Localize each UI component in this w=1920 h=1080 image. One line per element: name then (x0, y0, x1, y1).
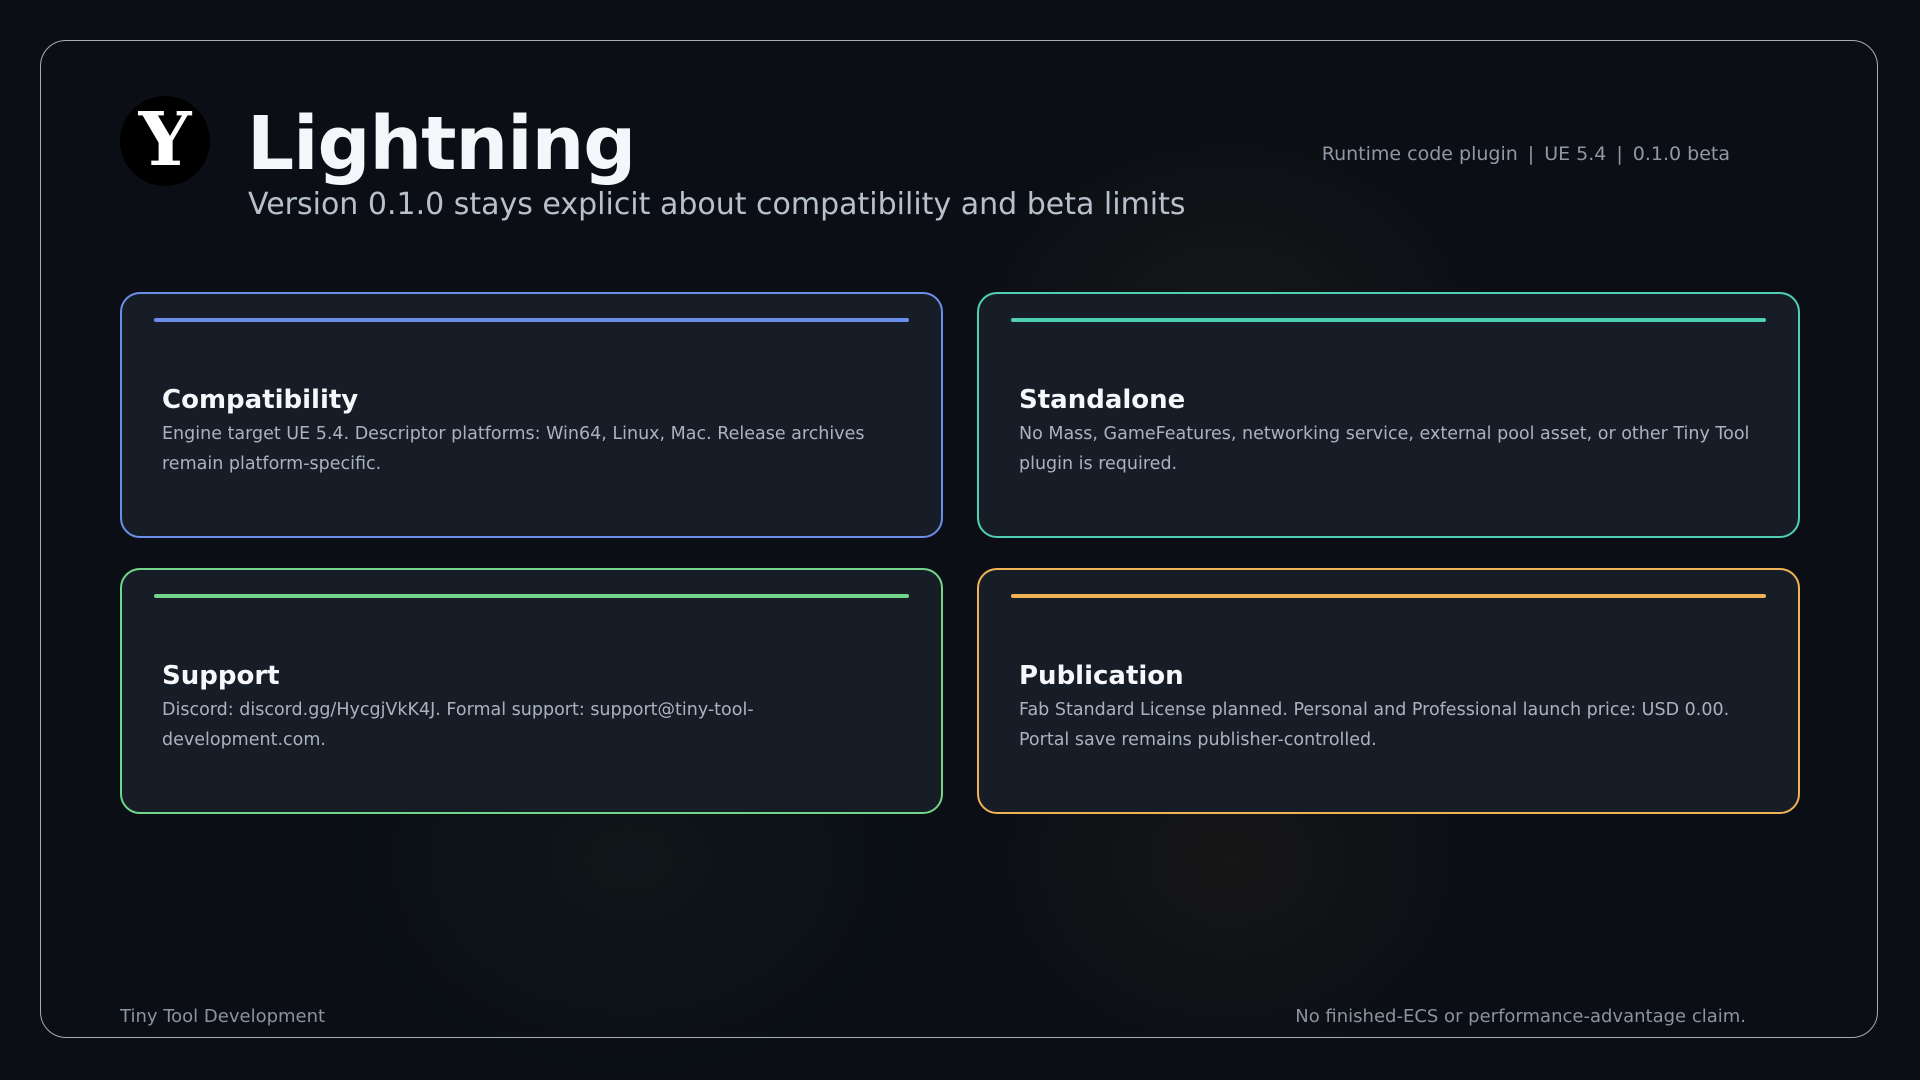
card-accent-bar (1011, 594, 1766, 598)
card-compatibility: Compatibility Engine target UE 5.4. Desc… (120, 292, 943, 538)
card-support: Support Discord: discord.gg/HycgjVkK4J. … (120, 568, 943, 814)
card-body: No Mass, GameFeatures, networking servic… (1019, 424, 1750, 474)
header-meta: Runtime code plugin | UE 5.4 | 0.1.0 beta (1322, 139, 1730, 169)
page-title: Lightning (247, 101, 636, 187)
card-accent-bar (154, 318, 909, 322)
meta-engine: UE 5.4 (1544, 143, 1607, 165)
meta-separator: | (1527, 143, 1535, 165)
card-accent-bar (154, 594, 909, 598)
meta-version: 0.1.0 beta (1632, 143, 1730, 165)
card-title: Standalone (1019, 385, 1186, 415)
card-publication: Publication Fab Standard License planned… (977, 568, 1800, 814)
slide: Y Lightning Version 0.1.0 stays explicit… (0, 0, 1920, 1080)
card-standalone: Standalone No Mass, GameFeatures, networ… (977, 292, 1800, 538)
brand-logo: Y (120, 96, 210, 186)
card-title: Compatibility (162, 385, 359, 415)
logo-y-icon: Y (138, 97, 192, 183)
meta-plugin-type: Runtime code plugin (1321, 143, 1518, 165)
card-title: Publication (1019, 661, 1184, 691)
meta-separator: | (1616, 143, 1623, 165)
card-body: Fab Standard License planned. Personal a… (1019, 700, 1730, 750)
card-body: Engine target UE 5.4. Descriptor platfor… (162, 424, 865, 474)
card-title: Support (162, 661, 280, 691)
page-subtitle: Version 0.1.0 stays explicit about compa… (248, 187, 1186, 222)
card-accent-bar (1011, 318, 1766, 322)
card-body: Discord: discord.gg/HycgjVkK4J. Formal s… (162, 700, 754, 750)
footer-disclaimer: No finished-ECS or performance-advantage… (1295, 1006, 1746, 1027)
footer-company: Tiny Tool Development (120, 1006, 326, 1027)
